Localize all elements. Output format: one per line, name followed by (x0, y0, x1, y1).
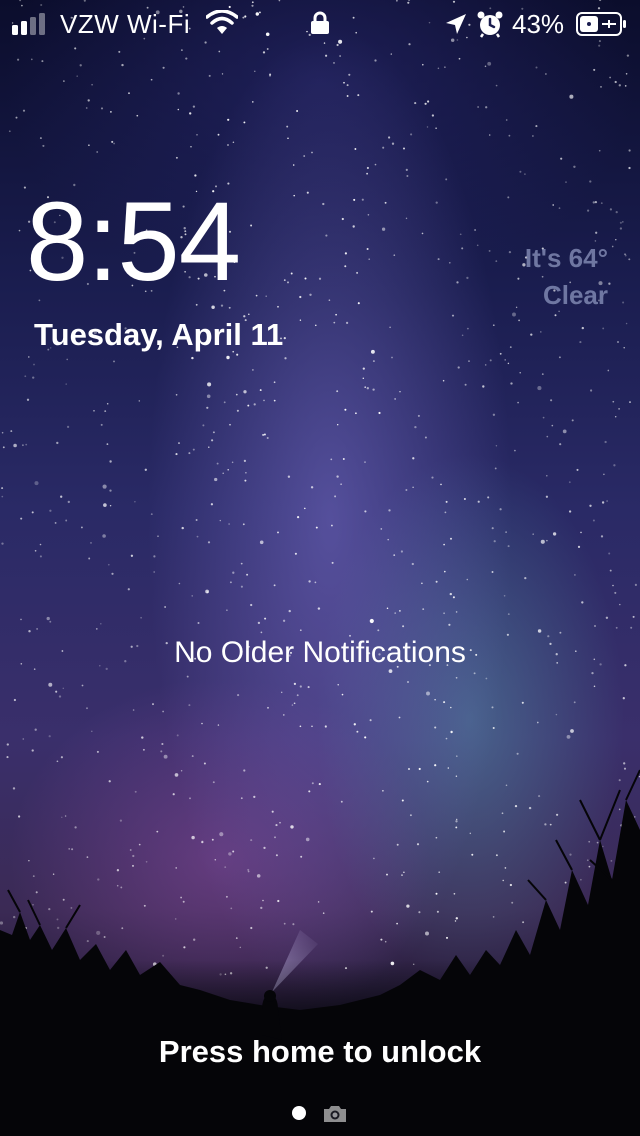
lock-icon (311, 11, 329, 34)
weather-temperature: It's 64° (524, 243, 608, 273)
lock-screen: VZW Wi-Fi 43% 8:54 Tuesday, April 11 It'… (0, 0, 640, 1136)
lock-clock: 8:54 (26, 179, 241, 304)
lock-date: Tuesday, April 11 (34, 317, 284, 352)
wifi-icon (206, 10, 238, 34)
alarm-icon (477, 11, 503, 38)
tree-silhouette (0, 769, 640, 1136)
no-notifications-label: No Older Notifications (174, 636, 466, 669)
weather-condition: Clear (542, 280, 608, 310)
page-indicator[interactable] (292, 1102, 352, 1126)
battery-percent: 43% (512, 9, 565, 39)
location-arrow-icon (446, 14, 466, 34)
weather-widget: It's 64° Clear (525, 240, 608, 314)
carrier-label: VZW Wi-Fi (60, 9, 191, 39)
page-dot-icon[interactable] (292, 1106, 306, 1120)
camera-icon[interactable] (322, 1104, 348, 1124)
battery-icon (576, 12, 626, 36)
status-bar: VZW Wi-Fi 43% (0, 0, 640, 48)
unlock-hint: Press home to unlock (158, 1034, 482, 1069)
signal-icon (12, 13, 45, 35)
